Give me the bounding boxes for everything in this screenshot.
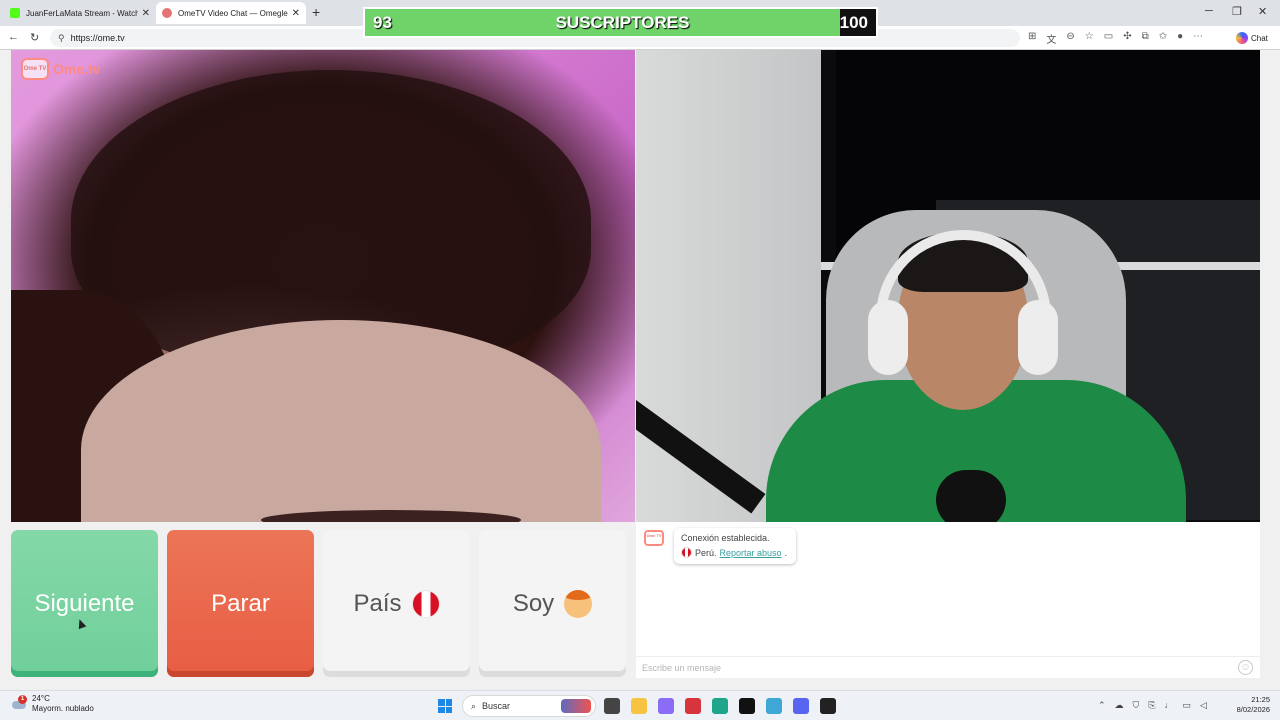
headphone-left <box>868 300 908 375</box>
search-label: Buscar <box>482 701 511 711</box>
url-text: https://ome.tv <box>70 33 125 43</box>
tray-chevron-icon[interactable]: ⌃ <box>1098 700 1106 711</box>
app-install-icon[interactable]: ⊞ <box>1028 31 1036 46</box>
ometv-logo: Ome TV Ome.tv <box>21 58 100 80</box>
ometv-logo-text: Ome.tv <box>53 61 101 77</box>
close-window-icon[interactable]: ✕ <box>1258 5 1267 18</box>
display-icon[interactable]: ▭ <box>1183 700 1192 711</box>
search-icon: ⌕ <box>471 700 477 711</box>
system-message: Conexión establecida. Perú. Reportar abu… <box>674 528 796 564</box>
subscriber-current: 93 <box>373 13 392 32</box>
usb-icon[interactable]: ⎘ <box>1148 700 1155 711</box>
windows-taskbar: 1 24°C Mayorm. nublado ⌕ Buscar ⌃ ☁ ⛉ ⎘ … <box>0 690 1280 720</box>
close-tab-icon[interactable]: ✕ <box>292 8 300 19</box>
next-label: Siguiente <box>34 589 135 617</box>
connection-status: Conexión establecida. <box>681 533 770 543</box>
mic-icon[interactable]: ♩ <box>1165 700 1174 711</box>
new-tab-button[interactable]: + <box>312 4 320 20</box>
stop-label: Parar <box>211 589 270 617</box>
task-view-icon[interactable] <box>604 698 620 714</box>
kick-favicon-icon <box>10 8 20 18</box>
chat-input-bar: ☺ <box>636 656 1260 678</box>
taskbar-clock[interactable]: 21:25 8/02/2026 <box>1228 695 1270 715</box>
file-explorer-icon[interactable] <box>631 698 647 714</box>
emoji-icon[interactable]: ☺ <box>1238 660 1253 675</box>
stranger-video: Ome TV Ome.tv <box>11 50 635 522</box>
chat-panel: Ome TV Conexión establecida. Perú. Repor… <box>636 522 1260 677</box>
capcut-icon[interactable] <box>739 698 755 714</box>
menu-icon[interactable]: ⋯ <box>1193 31 1203 46</box>
stranger-country: Perú. <box>695 547 717 558</box>
favorites-icon[interactable]: ✩ <box>1159 31 1167 46</box>
minimize-icon[interactable]: ─ <box>1205 5 1213 17</box>
favorite-star-icon[interactable]: ☆ <box>1085 31 1094 46</box>
microphone <box>936 470 1006 522</box>
report-abuse-link[interactable]: Reportar abuso <box>720 548 782 558</box>
subscriber-progress-fill: 93 <box>365 9 840 36</box>
subscriber-goal: 100 <box>839 13 868 32</box>
tab-juanferlamata[interactable]: JuanFerLaMata Stream - Watch Li... ✕ <box>4 2 156 24</box>
ometv-favicon-icon <box>162 8 172 18</box>
notification-badge: 1 <box>18 695 27 704</box>
volume-icon[interactable]: ◁ <box>1200 700 1207 711</box>
peru-flag-icon <box>411 589 440 618</box>
security-icon[interactable]: ⛉ <box>1133 700 1140 711</box>
obs-icon[interactable] <box>820 698 836 714</box>
weather-widget[interactable]: 1 24°C Mayorm. nublado <box>12 694 94 714</box>
tab-ometv[interactable]: OmeTV Video Chat — Omegle... ✕ <box>156 2 306 24</box>
ometv-page: Ome TV Ome.tv Siguiente Parar País Soy O… <box>0 50 1280 690</box>
reload-icon[interactable]: ↻ <box>30 31 39 44</box>
tab-title: OmeTV Video Chat — Omegle... <box>178 8 288 18</box>
copilot-label: Chat <box>1251 33 1268 43</box>
reader-icon[interactable]: ⊖ <box>1066 31 1074 46</box>
system-tray: ⌃ ☁ ⛉ ⎘ ♩ ▭ ◁ <box>1098 700 1207 711</box>
country-label: País <box>353 589 402 617</box>
peru-flag-icon <box>681 547 692 558</box>
ometv-tv-icon: Ome TV <box>21 58 49 80</box>
onedrive-icon[interactable]: ☁ <box>1115 700 1124 711</box>
subscriber-goal-bar: 93 SUSCRIPTORES 100 <box>363 7 878 38</box>
edge-icon[interactable] <box>712 698 728 714</box>
discord-icon[interactable] <box>793 698 809 714</box>
copilot-chat-button[interactable]: Chat <box>1236 30 1268 46</box>
message-input[interactable] <box>642 660 1232 676</box>
cloud-icon: 1 <box>12 695 27 711</box>
back-icon[interactable]: ← <box>8 31 19 43</box>
translate-icon[interactable]: 文 <box>1046 31 1056 46</box>
clock-time: 21:25 <box>1251 695 1270 704</box>
report-trailing: . <box>784 547 788 558</box>
boy-emoji-icon <box>564 589 593 618</box>
windows-start-icon[interactable] <box>438 699 452 713</box>
toolbar-icons: ⊞ 文 ⊖ ☆ ▭ ✣ ⧉ ✩ ● ⋯ <box>1028 31 1203 46</box>
gender-button[interactable]: Soy <box>479 530 626 677</box>
wps-icon[interactable] <box>685 698 701 714</box>
maximize-icon[interactable]: ❐ <box>1232 5 1242 18</box>
copilot-app-icon[interactable] <box>658 698 674 714</box>
country-button[interactable]: País <box>323 530 470 677</box>
search-highlight-icon <box>561 699 591 713</box>
next-button[interactable]: Siguiente <box>11 530 158 677</box>
tab-title: JuanFerLaMata Stream - Watch Li... <box>26 8 138 18</box>
gender-label: Soy <box>512 589 555 617</box>
taskbar-search[interactable]: ⌕ Buscar <box>462 695 596 717</box>
stop-button[interactable]: Parar <box>167 530 314 677</box>
site-info-icon[interactable]: ⚲ <box>58 33 65 44</box>
weather-condition: Mayorm. nublado <box>32 704 94 713</box>
profile-avatar-icon[interactable]: ● <box>1177 31 1183 46</box>
copilot-icon <box>1236 32 1248 44</box>
weather-temperature: 24°C <box>32 694 50 703</box>
collections-icon[interactable]: ⧉ <box>1142 31 1149 46</box>
taskbar-apps <box>604 698 836 714</box>
self-video <box>636 50 1260 522</box>
close-tab-icon[interactable]: ✕ <box>142 8 150 19</box>
camera-icon[interactable]: ▭ <box>1104 31 1113 46</box>
clock-date: 8/02/2026 <box>1236 705 1270 714</box>
extensions-icon[interactable]: ✣ <box>1123 31 1131 46</box>
notepad-icon[interactable] <box>766 698 782 714</box>
headphone-right <box>1018 300 1058 375</box>
ometv-avatar-icon: Ome TV <box>644 530 664 546</box>
